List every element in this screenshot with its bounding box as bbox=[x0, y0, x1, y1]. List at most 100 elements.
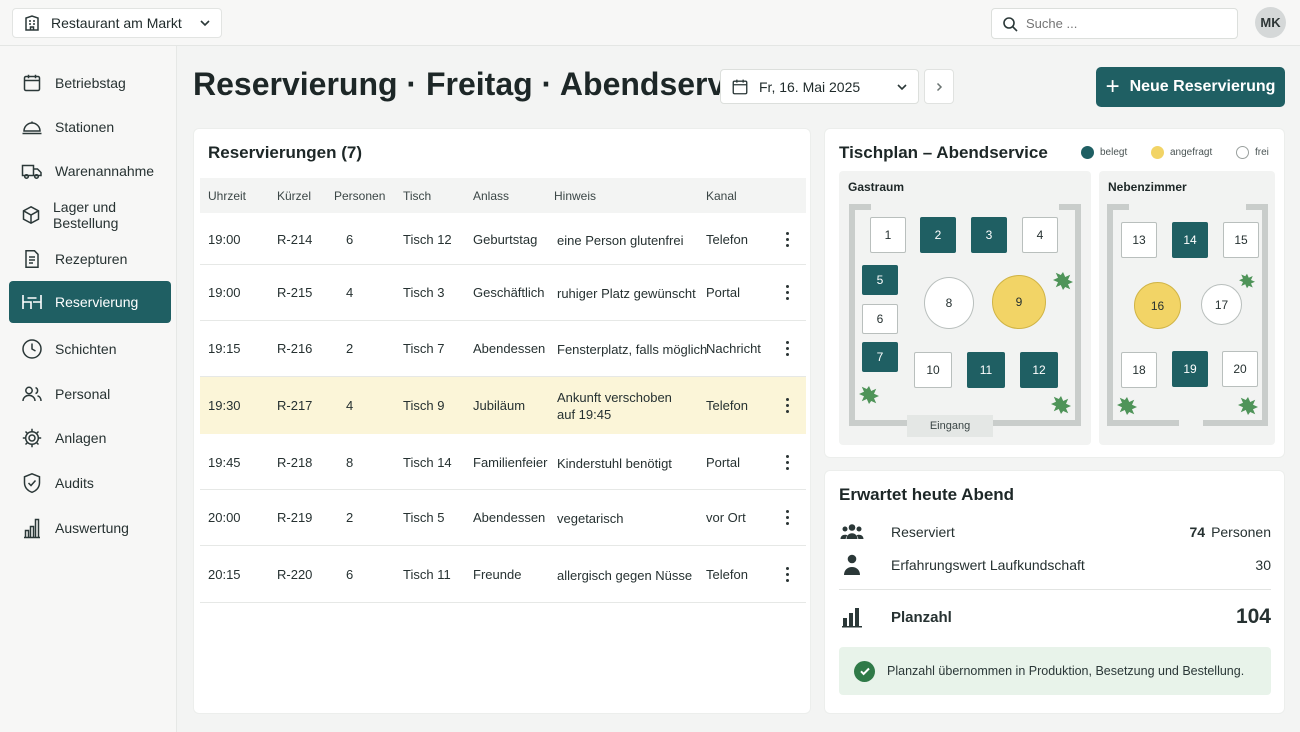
page-title: Reservierung · Freitag · Abendservice bbox=[193, 66, 770, 102]
table-row[interactable]: 19:15 R-216 2 Tisch 7 Abendessen Fensterplatz… bbox=[200, 321, 806, 377]
sidebar-item-audits[interactable]: Audits bbox=[9, 462, 171, 504]
table-icon bbox=[21, 291, 43, 313]
search-input[interactable] bbox=[1026, 16, 1216, 31]
sidebar-item-auswertung[interactable]: Auswertung bbox=[9, 507, 171, 549]
persons-cell: 6 bbox=[346, 566, 354, 582]
sidebar-item-lager[interactable]: Lager und Bestellung bbox=[9, 194, 171, 236]
wall bbox=[1107, 204, 1129, 210]
reserved-label: Reserviert bbox=[891, 524, 955, 540]
floor-table-15[interactable]: 15 bbox=[1223, 222, 1259, 258]
floor-table-8[interactable]: 8 bbox=[924, 277, 974, 329]
person-icon bbox=[839, 554, 865, 576]
wall bbox=[1203, 420, 1268, 426]
bar-chart-icon bbox=[21, 517, 43, 539]
floor-table-7[interactable]: 7 bbox=[862, 342, 898, 372]
table-cell: Tisch 9 bbox=[403, 397, 445, 413]
floor-table-17[interactable]: 17 bbox=[1201, 284, 1242, 325]
room-title: Nebenzimmer bbox=[1108, 180, 1187, 194]
gear-icon bbox=[21, 427, 43, 449]
sidebar-item-betriebstag[interactable]: Betriebstag bbox=[9, 62, 171, 104]
column-header: Kanal bbox=[706, 189, 737, 203]
plant-icon bbox=[859, 385, 879, 405]
truck-icon bbox=[21, 160, 43, 182]
sidebar-item-reservierung[interactable]: Reservierung bbox=[9, 281, 171, 323]
floor-table-13[interactable]: 13 bbox=[1121, 222, 1157, 258]
row-menu-icon[interactable] bbox=[784, 285, 790, 300]
sidebar-item-schichten[interactable]: Schichten bbox=[9, 328, 171, 370]
divider bbox=[839, 589, 1271, 590]
persons-cell: 2 bbox=[346, 341, 354, 356]
code-cell: R-220 bbox=[277, 566, 313, 582]
floor-table-2[interactable]: 2 bbox=[920, 217, 956, 253]
persons-cell: 8 bbox=[346, 455, 354, 470]
wall bbox=[849, 204, 855, 426]
check-icon bbox=[854, 660, 875, 682]
legend-dot bbox=[1151, 146, 1164, 159]
floor-table-10[interactable]: 10 bbox=[914, 352, 952, 388]
floor-table-3[interactable]: 3 bbox=[971, 217, 1007, 253]
table-row[interactable]: 20:00 R-219 2 Tisch 5 Abendessen vegetarisch v… bbox=[200, 490, 806, 546]
row-menu-icon[interactable] bbox=[784, 510, 790, 525]
sidebar-item-personal[interactable]: Personal bbox=[9, 373, 171, 415]
channel-cell: Nachricht bbox=[706, 341, 761, 356]
sidebar: Betriebstag Stationen Warenannahme Lager… bbox=[0, 46, 177, 732]
column-header: Tisch bbox=[403, 189, 432, 203]
sidebar-item-label: Anlagen bbox=[55, 430, 107, 446]
floor-table-14[interactable]: 14 bbox=[1172, 222, 1208, 258]
floor-table-18[interactable]: 18 bbox=[1121, 352, 1157, 388]
note-cell: ruhiger Platz gewünscht bbox=[557, 286, 696, 301]
group-icon bbox=[839, 523, 865, 541]
table-row[interactable]: 19:30 R-217 4 Tisch 9 Jubiläum Ankunft versch… bbox=[200, 377, 806, 434]
plant-icon bbox=[1053, 271, 1073, 291]
occasion-cell: Geburtstag bbox=[473, 231, 538, 247]
sidebar-item-warenannahme[interactable]: Warenannahme bbox=[9, 150, 171, 192]
legend-belegt: belegt bbox=[1081, 146, 1127, 159]
bar-chart-icon bbox=[839, 606, 865, 628]
table-row[interactable]: 20:15 R-220 6 Tisch 11 Freunde allergisch geg… bbox=[200, 546, 806, 603]
floor-table-1[interactable]: 1 bbox=[870, 217, 906, 253]
row-menu-icon[interactable] bbox=[784, 231, 790, 247]
row-menu-icon[interactable] bbox=[784, 397, 790, 413]
legend-label: belegt bbox=[1100, 147, 1128, 158]
room-nebenzimmer: Nebenzimmer 13 14 15 16 17 18 19 20 bbox=[1099, 171, 1275, 445]
channel-cell: Telefon bbox=[706, 397, 748, 413]
venue-selector[interactable]: Restaurant am Markt bbox=[12, 8, 222, 38]
row-menu-icon[interactable] bbox=[784, 341, 790, 356]
floor-table-11[interactable]: 11 bbox=[967, 352, 1005, 388]
search-box[interactable] bbox=[991, 8, 1238, 39]
chevron-right-icon bbox=[936, 82, 943, 91]
sidebar-item-rezepturen[interactable]: Rezepturen bbox=[9, 238, 171, 280]
floor-table-6[interactable]: 6 bbox=[862, 304, 898, 334]
floor-table-9[interactable]: 9 bbox=[992, 275, 1046, 329]
row-menu-icon[interactable] bbox=[784, 566, 790, 582]
table-row[interactable]: 19:00 R-215 4 Tisch 3 Geschäftlich ruhiger Pl… bbox=[200, 265, 806, 321]
floor-table-16[interactable]: 16 bbox=[1134, 282, 1181, 329]
table-row[interactable]: 19:00 R-214 6 Tisch 12 Geburtstag eine Person… bbox=[200, 214, 806, 265]
chevron-down-icon bbox=[200, 20, 210, 27]
search-icon bbox=[1003, 16, 1018, 32]
row-menu-icon[interactable] bbox=[784, 455, 790, 470]
column-header: Personen bbox=[334, 189, 386, 203]
channel-cell: vor Ort bbox=[706, 510, 746, 525]
floor-table-4[interactable]: 4 bbox=[1022, 217, 1058, 253]
notice-text: Planzahl übernommen in Produktion, Beset… bbox=[887, 664, 1245, 678]
next-day-button[interactable] bbox=[924, 69, 954, 104]
sidebar-item-stationen[interactable]: Stationen bbox=[9, 106, 171, 148]
column-header: Anlass bbox=[473, 189, 510, 203]
user-avatar[interactable]: MK bbox=[1255, 7, 1286, 38]
sidebar-item-label: Reservierung bbox=[55, 294, 139, 310]
table-row[interactable]: 19:45 R-218 8 Tisch 14 Familienfeier Kinderst… bbox=[200, 436, 806, 490]
floor-table-20[interactable]: 20 bbox=[1222, 351, 1258, 387]
sidebar-item-anlagen[interactable]: Anlagen bbox=[9, 417, 171, 459]
date-picker[interactable]: Fr, 16. Mai 2025 bbox=[720, 69, 919, 104]
note-cell: allergisch gegen Nüsse bbox=[557, 567, 693, 583]
new-reservation-button[interactable]: + Neue Reservierung bbox=[1096, 67, 1285, 107]
floor-table-12[interactable]: 12 bbox=[1020, 352, 1058, 388]
floor-table-19[interactable]: 19 bbox=[1172, 351, 1208, 387]
column-header: Hinweis bbox=[554, 189, 597, 203]
floor-table-5[interactable]: 5 bbox=[862, 265, 898, 295]
floorplan-title: Tischplan – Abendservice bbox=[839, 143, 1048, 162]
persons-cell: 4 bbox=[346, 285, 354, 300]
wall bbox=[1246, 204, 1268, 210]
legend-angefragt: angefragt bbox=[1151, 146, 1212, 159]
